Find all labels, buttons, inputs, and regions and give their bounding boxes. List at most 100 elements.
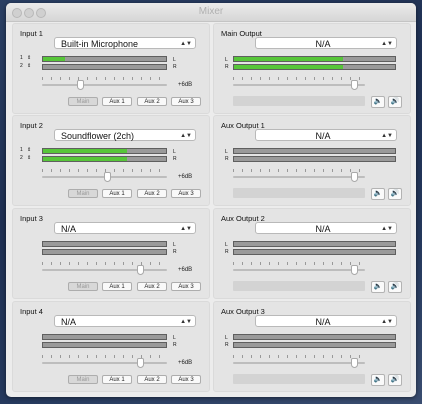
slider-ticks <box>233 169 365 172</box>
speaker-mute-icon[interactable]: 🔈 <box>371 281 385 293</box>
gain-label: +6dB <box>178 82 193 88</box>
gain-slider-knob[interactable] <box>136 358 144 368</box>
input-source-select[interactable]: N/A ▲▼ <box>54 315 196 327</box>
select-value: Soundflower (2ch) <box>61 131 135 141</box>
right-channel-label: R <box>225 156 229 162</box>
gain-label: +6dB <box>178 267 193 273</box>
volume-slider-track[interactable] <box>233 80 365 90</box>
volume-slider-knob[interactable] <box>351 358 359 368</box>
speaker-mute-icon[interactable]: 🔈 <box>371 188 385 200</box>
input-source-select[interactable]: Soundflower (2ch) ▲▼ <box>54 129 196 141</box>
speaker-volume-icon[interactable]: 🔊 <box>388 281 402 293</box>
level-meter-left <box>42 241 167 247</box>
gain-slider-track[interactable] <box>42 265 167 275</box>
gain-slider-track[interactable] <box>42 172 167 182</box>
chevron-updown-icon: ▲▼ <box>381 319 393 325</box>
channel-1-label: 1 <box>20 147 23 153</box>
volume-bar <box>233 188 365 198</box>
level-meter-left <box>233 56 396 62</box>
output-destination-select[interactable]: N/A ▲▼ <box>255 37 397 49</box>
volume-slider-track[interactable] <box>233 172 365 182</box>
volume-slider-knob[interactable] <box>351 265 359 275</box>
route-aux2-button[interactable]: Aux 2 <box>137 97 167 106</box>
volume-slider-track[interactable] <box>233 358 365 368</box>
panel-label: Input 4 <box>20 307 43 316</box>
meter-fill <box>43 149 127 153</box>
output-destination-select[interactable]: N/A ▲▼ <box>255 129 397 141</box>
channel-2-label: 2 <box>20 63 23 69</box>
chevron-updown-icon: ▲▼ <box>180 226 192 232</box>
select-value: N/A <box>315 224 331 234</box>
route-main-button[interactable]: Main <box>68 189 98 198</box>
select-value: N/A <box>315 131 331 141</box>
speaker-mute-icon[interactable]: 🔈 <box>371 96 385 108</box>
gain-slider-knob[interactable] <box>76 80 84 90</box>
gain-slider-knob[interactable] <box>104 172 111 182</box>
meter-fill <box>234 65 344 69</box>
route-aux2-button[interactable]: Aux 2 <box>137 189 167 198</box>
speaker-volume-icon[interactable]: 🔊 <box>388 96 402 108</box>
volume-slider-track[interactable] <box>233 265 365 275</box>
level-meter-left <box>42 56 167 62</box>
gain-label: +6dB <box>178 174 193 180</box>
route-main-button[interactable]: Main <box>68 97 98 106</box>
route-aux3-button[interactable]: Aux 3 <box>171 282 201 291</box>
left-channel-label: L <box>225 57 228 63</box>
level-meter-right <box>42 64 167 70</box>
level-meter-left <box>233 148 396 154</box>
level-meter-left <box>233 241 396 247</box>
right-channel-label: R <box>225 342 229 348</box>
level-meter-left <box>42 334 167 340</box>
select-value: N/A <box>61 317 77 327</box>
slider-ticks <box>42 355 167 358</box>
route-aux2-button[interactable]: Aux 2 <box>137 375 167 384</box>
input-source-select[interactable]: Built-in Microphone ▲▼ <box>54 37 196 49</box>
route-aux1-button[interactable]: Aux 1 <box>102 97 132 106</box>
route-aux3-button[interactable]: Aux 3 <box>171 97 201 106</box>
left-channel-label: L <box>225 242 228 248</box>
gain-slider-track[interactable] <box>42 358 167 368</box>
panel-label: Input 2 <box>20 121 43 130</box>
input-panel-1: Input 1 Built-in Microphone ▲▼ 1 2 ⇕ ⇕ L … <box>12 23 210 114</box>
meter-fill <box>43 157 127 161</box>
route-aux1-button[interactable]: Aux 1 <box>102 375 132 384</box>
output-destination-select[interactable]: N/A ▲▼ <box>255 222 397 234</box>
speaker-mute-icon[interactable]: 🔈 <box>371 374 385 386</box>
meter-fill <box>234 57 344 61</box>
output-panel-aux2: Aux Output 2 N/A ▲▼ L R 🔈 🔊 <box>213 208 411 299</box>
route-main-button[interactable]: Main <box>68 375 98 384</box>
route-aux1-button[interactable]: Aux 1 <box>102 282 132 291</box>
gain-slider-knob[interactable] <box>136 265 144 275</box>
speaker-volume-icon[interactable]: 🔊 <box>388 374 402 386</box>
panel-label: Input 3 <box>20 214 43 223</box>
left-channel-label: L <box>225 335 228 341</box>
slider-ticks <box>42 262 167 265</box>
route-main-button[interactable]: Main <box>68 282 98 291</box>
route-aux3-button[interactable]: Aux 3 <box>171 375 201 384</box>
volume-bar <box>233 96 365 106</box>
route-aux1-button[interactable]: Aux 1 <box>102 189 132 198</box>
level-meter-right <box>233 64 396 70</box>
volume-slider-knob[interactable] <box>351 80 359 90</box>
left-channel-label: L <box>173 242 176 248</box>
title-bar: Mixer <box>6 3 416 22</box>
select-value: N/A <box>315 39 331 49</box>
channel-2-label: 2 <box>20 155 23 161</box>
right-channel-label: R <box>225 249 229 255</box>
level-meter-right <box>42 156 167 162</box>
output-destination-select[interactable]: N/A ▲▼ <box>255 315 397 327</box>
speaker-volume-icon[interactable]: 🔊 <box>388 188 402 200</box>
level-meter-right <box>233 249 396 255</box>
route-aux3-button[interactable]: Aux 3 <box>171 189 201 198</box>
gain-slider-track[interactable] <box>42 80 167 90</box>
volume-slider-knob[interactable] <box>351 172 359 182</box>
route-aux2-button[interactable]: Aux 2 <box>137 282 167 291</box>
level-meter-right <box>42 342 167 348</box>
level-meter-left <box>233 334 396 340</box>
select-value: N/A <box>315 317 331 327</box>
input-source-select[interactable]: N/A ▲▼ <box>54 222 196 234</box>
channel-stepper-icon: ⇕ <box>27 155 32 161</box>
window-title: Mixer <box>198 6 224 17</box>
input-panel-3: Input 3 N/A ▲▼ L R +6dB Main Aux 1 Aux 2 … <box>12 208 210 299</box>
input-panel-4: Input 4 N/A ▲▼ L R +6dB Main Aux 1 Aux 2 … <box>12 301 210 392</box>
